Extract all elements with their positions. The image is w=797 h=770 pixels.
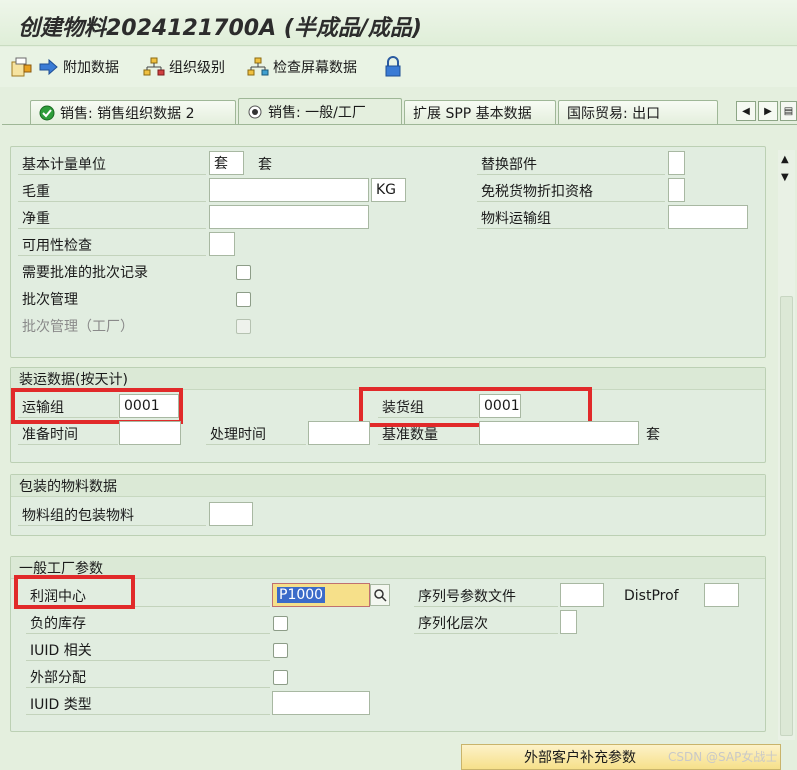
gross-weight-label: 毛重 bbox=[18, 180, 206, 202]
base-uom-field[interactable]: 套 bbox=[209, 151, 244, 175]
iuid-relevant-checkbox[interactable] bbox=[273, 643, 288, 658]
ext-allocation-checkbox[interactable] bbox=[273, 670, 288, 685]
mat-group-pack-label: 物料组的包装物料 bbox=[18, 504, 206, 526]
distprof-label: DistProf bbox=[624, 588, 679, 604]
distprof-field[interactable] bbox=[704, 583, 739, 607]
ext-allocation-label: 外部分配 bbox=[26, 666, 270, 688]
radio-status-icon bbox=[248, 105, 262, 119]
chevron-right-icon: ▶ bbox=[764, 105, 772, 117]
org-levels-button[interactable]: 组织级别 bbox=[143, 55, 225, 79]
packaging-group-title: 包装的物料数据 bbox=[11, 475, 765, 497]
serialization-level-field[interactable] bbox=[560, 610, 577, 634]
scroll-up-icon[interactable]: ▲ bbox=[781, 154, 789, 165]
iuid-type-field[interactable] bbox=[272, 691, 370, 715]
base-qty-label: 基准数量 bbox=[378, 423, 478, 445]
additional-data-label: 附加数据 bbox=[63, 60, 119, 76]
duty-free-label: 免税货物折扣资格 bbox=[477, 180, 665, 202]
org-hierarchy-icon bbox=[143, 57, 165, 76]
check-screen-data-button[interactable]: 检查屏幕数据 bbox=[247, 55, 357, 79]
setup-time-label: 准备时间 bbox=[18, 423, 118, 445]
tab-label: 扩展 SPP 基本数据 bbox=[413, 106, 532, 122]
org-levels-label: 组织级别 bbox=[169, 60, 225, 76]
batch-mgmt-label: 批次管理 bbox=[22, 292, 78, 308]
iuid-type-label: IUID 类型 bbox=[26, 693, 270, 715]
window-title: 创建物料2024121700A (半成品/成品) bbox=[18, 16, 422, 41]
chevron-left-icon: ◀ bbox=[742, 105, 750, 117]
processing-time-field[interactable] bbox=[308, 421, 370, 445]
ext-customer-params-label: 外部客户补充参数 bbox=[524, 750, 636, 766]
additional-data-button[interactable]: 附加数据 bbox=[39, 55, 119, 79]
document-change-icon bbox=[11, 57, 32, 77]
serial-profile-field[interactable] bbox=[560, 583, 604, 607]
tab-extend-spp-basic[interactable]: 扩展 SPP 基本数据 bbox=[404, 100, 556, 125]
lock-button[interactable] bbox=[384, 55, 402, 79]
check-hierarchy-icon bbox=[247, 57, 269, 76]
neg-stocks-label: 负的库存 bbox=[26, 612, 270, 634]
profit-center-search-button[interactable] bbox=[370, 584, 390, 606]
watermark: CSDN @SAP女战士 bbox=[668, 750, 778, 764]
net-weight-label: 净重 bbox=[18, 207, 206, 229]
arrow-right-icon bbox=[39, 58, 58, 76]
duty-free-field[interactable] bbox=[668, 178, 685, 202]
mat-group-pack-field[interactable] bbox=[209, 502, 253, 526]
base-uom-label: 基本计量单位 bbox=[18, 153, 206, 175]
tab-label: 销售: 一般/工厂 bbox=[268, 105, 366, 121]
tab-sales-general-plant[interactable]: 销售: 一般/工厂 bbox=[238, 98, 402, 125]
availability-check-label: 可用性检查 bbox=[18, 234, 206, 256]
serial-profile-label: 序列号参数文件 bbox=[414, 585, 558, 607]
base-qty-unit: 套 bbox=[646, 427, 660, 443]
batch-mgmt-plant-checkbox bbox=[236, 319, 251, 334]
replacement-part-field[interactable] bbox=[668, 151, 685, 175]
change-icon[interactable] bbox=[10, 55, 34, 79]
highlight-box-profit-center bbox=[14, 575, 135, 609]
tab-sales-org-data-2[interactable]: 销售: 销售组织数据 2 bbox=[30, 100, 236, 125]
tab-label: 国际贸易: 出口 bbox=[567, 106, 661, 122]
base-uom-text: 套 bbox=[258, 157, 272, 173]
weight-unit-field[interactable]: KG bbox=[371, 178, 406, 202]
search-icon bbox=[374, 589, 387, 602]
tab-scroll-left-button[interactable]: ◀ bbox=[736, 101, 756, 121]
iuid-relevant-label: IUID 相关 bbox=[26, 639, 270, 661]
profit-center-value: P1000 bbox=[277, 587, 326, 603]
material-freight-group-label: 物料运输组 bbox=[477, 207, 665, 229]
tab-foreign-trade-export[interactable]: 国际贸易: 出口 bbox=[558, 100, 718, 125]
scroll-down-icon[interactable]: ▼ bbox=[781, 172, 789, 183]
check-screen-data-label: 检查屏幕数据 bbox=[273, 60, 357, 76]
gross-weight-field[interactable] bbox=[209, 178, 369, 202]
highlight-box-trans-group bbox=[11, 388, 183, 424]
lock-icon bbox=[385, 56, 401, 77]
batch-mgmt-checkbox[interactable] bbox=[236, 292, 251, 307]
material-freight-group-field[interactable] bbox=[668, 205, 748, 229]
tab-label: 销售: 销售组织数据 2 bbox=[60, 106, 195, 122]
net-weight-field[interactable] bbox=[209, 205, 369, 229]
replacement-part-label: 替换部件 bbox=[477, 153, 665, 175]
tab-list-icon: ▤ bbox=[783, 105, 794, 117]
tab-scroll-right-button[interactable]: ▶ bbox=[758, 101, 778, 121]
batch-record-req-checkbox[interactable] bbox=[236, 265, 251, 280]
availability-check-field[interactable] bbox=[209, 232, 235, 256]
neg-stocks-checkbox[interactable] bbox=[273, 616, 288, 631]
serialization-level-label: 序列化层次 bbox=[414, 612, 558, 634]
batch-record-req-label: 需要批准的批次记录 bbox=[22, 265, 148, 281]
scrollbar-thumb[interactable] bbox=[780, 296, 793, 736]
batch-mgmt-plant-label: 批次管理（工厂） bbox=[22, 319, 134, 335]
tab-list-button[interactable]: ▤ bbox=[780, 101, 797, 121]
profit-center-field[interactable]: P1000 bbox=[272, 583, 370, 607]
check-status-icon bbox=[39, 105, 55, 121]
base-qty-field[interactable] bbox=[479, 421, 639, 445]
processing-time-label: 处理时间 bbox=[206, 423, 306, 445]
setup-time-field[interactable] bbox=[119, 421, 181, 445]
